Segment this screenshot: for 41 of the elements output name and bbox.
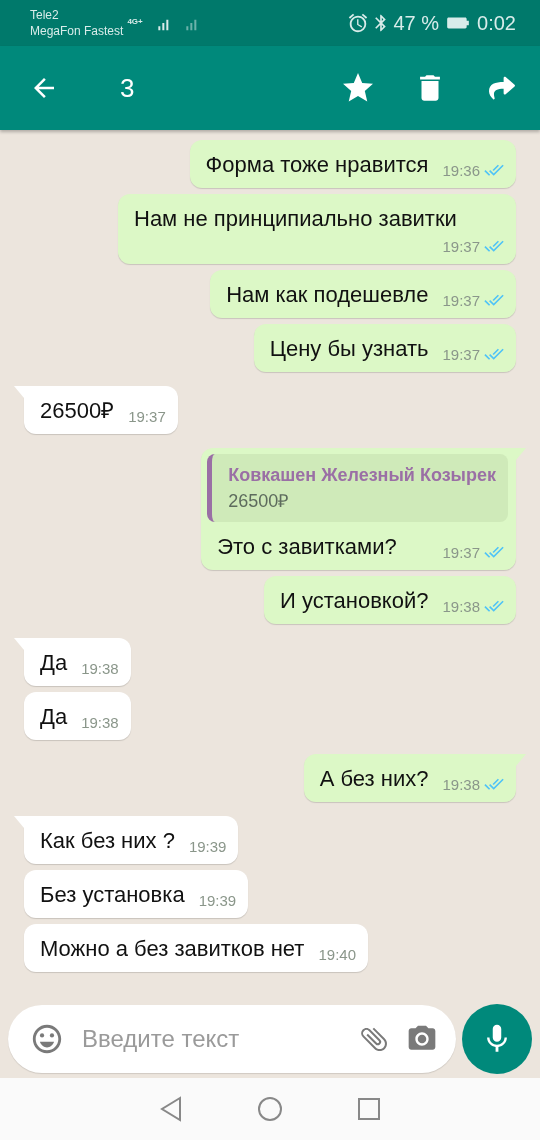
message-text: Это с завитками?	[217, 533, 397, 561]
message-text: Форма тоже нравится	[205, 151, 429, 179]
carrier-name: MegaFon Fastest	[30, 23, 124, 39]
message-text: А без них?	[319, 765, 429, 793]
message-text: Да	[40, 703, 68, 731]
message-text: Да	[40, 649, 68, 677]
message-input[interactable]: Введите текст	[8, 1005, 456, 1073]
back-nav-button[interactable]	[159, 1096, 183, 1122]
message-text: Как без них ?	[40, 827, 175, 855]
home-nav-button[interactable]	[257, 1096, 283, 1122]
battery-percent: 47 %	[393, 11, 440, 35]
message-time: 19:37	[442, 237, 480, 255]
message-text: Цену бы узнать	[269, 335, 429, 363]
recents-nav-button[interactable]	[357, 1097, 381, 1121]
message-text: Без установка	[40, 881, 185, 909]
message-text: 26500₽	[40, 397, 115, 425]
quote-author: Ковкашен Железный Козырек	[228, 464, 496, 487]
message-text: Нам не принципиально завитки	[134, 205, 457, 233]
selected-count: 3	[120, 72, 135, 104]
network-type: 4G+	[127, 17, 143, 26]
carrier-name: Tele2	[30, 7, 60, 23]
message-text: Нам как подешевле	[226, 281, 429, 309]
message-time: 19:38	[81, 659, 119, 677]
message-time: 19:37	[442, 345, 480, 363]
message-time: 19:40	[318, 945, 356, 963]
message-time: 19:38	[442, 775, 480, 793]
clock: 0:02	[477, 11, 516, 35]
quote-text: 26500₽	[228, 490, 290, 513]
alarm-icon	[347, 12, 370, 34]
emoji-icon[interactable]	[30, 1022, 64, 1056]
message-time: 19:38	[442, 597, 480, 615]
message-text: Можно а без завитков нет	[40, 935, 305, 963]
message-time: 19:39	[198, 891, 237, 909]
message-text: И установкой?	[280, 587, 429, 615]
message-time: 19:36	[442, 161, 480, 179]
message-time: 19:37	[128, 407, 166, 425]
forward-arrow-icon	[489, 75, 515, 101]
message-time: 19:39	[188, 837, 227, 855]
message-time: 19:37	[442, 543, 480, 561]
message-time: 19:38	[81, 713, 119, 731]
message-time: 19:37	[442, 291, 480, 309]
